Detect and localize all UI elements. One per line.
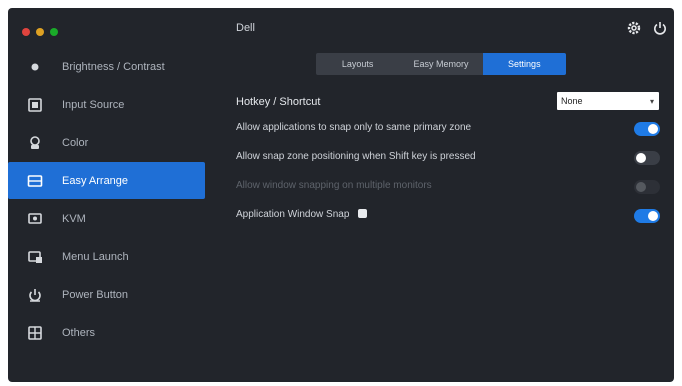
window-snap-toggle[interactable]	[634, 209, 660, 223]
sidebar-item-label: KVM	[62, 212, 86, 225]
window-snap-label: Application Window Snap	[236, 209, 350, 220]
sidebar: Brightness / Contrast Input Source Color…	[8, 48, 205, 352]
sidebar-item-label: Others	[62, 326, 96, 339]
maximize-window-button[interactable]	[50, 28, 58, 36]
option-label-multi-monitor: Allow window snapping on multiple monito…	[236, 180, 432, 191]
chevron-down-icon: ▾	[649, 97, 654, 106]
info-icon[interactable]	[358, 209, 368, 218]
tab-layouts[interactable]: Layouts	[316, 53, 399, 75]
option-label-shift-key: Allow snap zone positioning when Shift k…	[236, 151, 476, 162]
hotkey-select-value: None	[561, 96, 583, 106]
option-label-window-snap: Application Window Snap	[236, 209, 368, 220]
app-window: Dell Brightness / Contrast Input Source …	[8, 8, 674, 382]
sidebar-item-input-source[interactable]: Input Source	[8, 86, 205, 123]
sidebar-item-label: Menu Launch	[62, 250, 129, 263]
window-controls	[22, 28, 58, 36]
sidebar-item-label: Power Button	[62, 288, 129, 301]
sidebar-item-color[interactable]: Color	[8, 124, 205, 161]
app-title: Dell	[236, 22, 255, 34]
sidebar-item-kvm[interactable]: KVM	[8, 200, 205, 237]
hotkey-select[interactable]: None ▾	[557, 92, 659, 110]
sidebar-item-easy-arrange[interactable]: Easy Arrange	[8, 162, 205, 199]
sidebar-item-label: Color	[62, 136, 89, 149]
sidebar-item-menu-launch[interactable]: Menu Launch	[8, 238, 205, 275]
power-button-icon	[26, 286, 44, 304]
brightness-icon	[26, 58, 44, 76]
color-icon	[26, 134, 44, 152]
sidebar-item-brightness[interactable]: Brightness / Contrast	[8, 48, 205, 85]
hotkey-label: Hotkey / Shortcut	[236, 96, 321, 108]
others-icon	[26, 324, 44, 342]
minimize-window-button[interactable]	[36, 28, 44, 36]
sidebar-item-label: Input Source	[62, 98, 125, 111]
sidebar-item-label: Easy Arrange	[62, 174, 129, 187]
sidebar-item-power-button[interactable]: Power Button	[8, 276, 205, 313]
sidebar-item-others[interactable]: Others	[8, 314, 205, 351]
easy-arrange-icon	[26, 172, 44, 190]
same-zone-toggle[interactable]	[634, 122, 660, 136]
tab-easy-memory[interactable]: Easy Memory	[399, 53, 482, 75]
power-icon[interactable]	[652, 20, 668, 36]
tab-settings[interactable]: Settings	[482, 53, 566, 75]
shift-key-toggle[interactable]	[634, 151, 660, 165]
gear-icon[interactable]	[626, 20, 642, 36]
menu-launch-icon	[26, 248, 44, 266]
sidebar-item-label: Brightness / Contrast	[62, 60, 165, 73]
kvm-icon	[26, 210, 44, 228]
input-source-icon	[26, 96, 44, 114]
close-window-button[interactable]	[22, 28, 30, 36]
multi-monitor-toggle	[634, 180, 660, 194]
tab-bar: Layouts Easy Memory Settings	[316, 53, 566, 75]
option-label-same-zone: Allow applications to snap only to same …	[236, 122, 472, 133]
